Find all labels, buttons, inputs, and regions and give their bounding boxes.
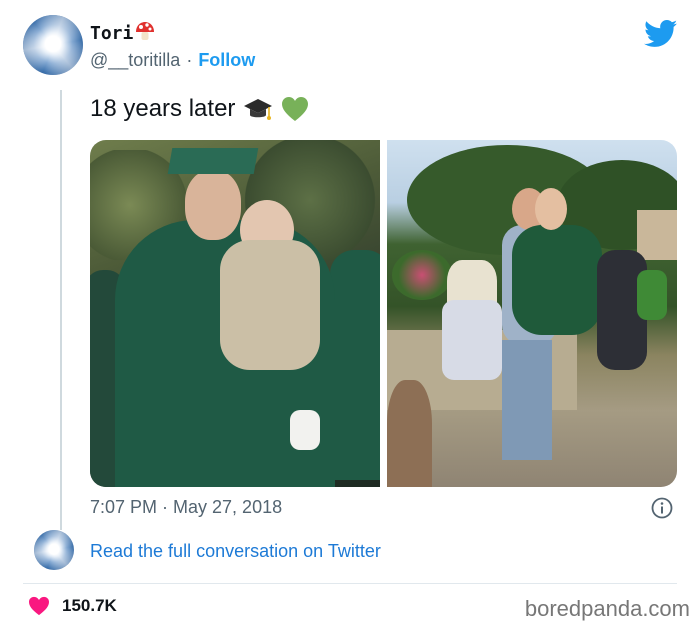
- thread-line: [60, 90, 62, 530]
- handle-separator: ·: [186, 50, 193, 70]
- like-count: 150.7K: [62, 596, 117, 615]
- tweet-text: 18 years later: [90, 94, 309, 124]
- like-row[interactable]: 150.7K: [28, 596, 117, 616]
- author-avatar[interactable]: [23, 15, 83, 75]
- read-full-conversation-link[interactable]: Read the full conversation on Twitter: [90, 541, 381, 562]
- divider: [23, 583, 677, 584]
- watermark: boredpanda.com: [524, 596, 690, 621]
- green-heart-icon: [281, 96, 309, 122]
- graduation-cap-icon: [243, 94, 273, 124]
- reply-avatar: [34, 530, 74, 570]
- heart-icon[interactable]: [28, 596, 50, 616]
- photo-grid: [90, 140, 677, 487]
- author-handle-row: @__toritilla · Follow: [90, 50, 255, 71]
- author-name-row: Tori: [90, 20, 156, 47]
- author-display-name[interactable]: Tori: [90, 23, 133, 44]
- follow-button[interactable]: Follow: [198, 50, 255, 71]
- photo-graduation-2000[interactable]: [90, 140, 380, 487]
- photo-graduation-2018[interactable]: [387, 140, 677, 487]
- tweet-text-content: 18 years later: [90, 95, 236, 122]
- author-handle[interactable]: @__toritilla: [90, 50, 180, 71]
- tweet-timestamp[interactable]: 7:07 PM · May 27, 2018: [90, 497, 282, 518]
- mushroom-icon: [134, 20, 156, 47]
- info-icon[interactable]: [651, 497, 673, 519]
- twitter-bird-icon[interactable]: [644, 20, 678, 48]
